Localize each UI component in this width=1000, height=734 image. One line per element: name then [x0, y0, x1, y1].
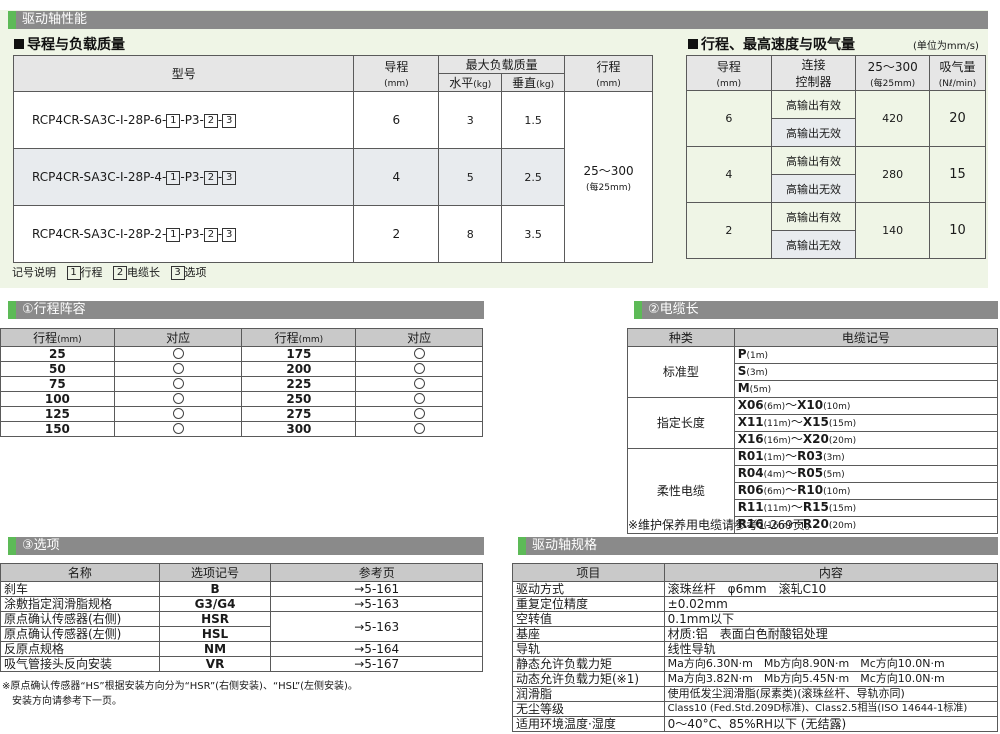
- col-stroke: 行程 (mm): [564, 55, 653, 92]
- table-row: 涂敷指定润滑脂规格 G3/G4 →5-163: [0, 596, 483, 612]
- table-row: RCP4CR-SA3C-I-28P-4- 1 -P3- 2-3 4 5 2.5: [12, 148, 653, 206]
- model-cell: RCP4CR-SA3C-I-28P-2- 1 -P3- 2-3: [12, 205, 355, 263]
- vertical-cell: 2.5: [501, 148, 566, 206]
- bar-accent: [8, 537, 16, 555]
- table-row: 50 200: [0, 361, 483, 377]
- table-row: 100 250: [0, 391, 483, 407]
- table-row: 驱动方式 滚珠丝杆 φ6mm 滚轧C10: [512, 581, 999, 597]
- table-row: 柔性电缆 R01(1m)～R03(3m): [627, 448, 999, 534]
- circle-icon: [172, 393, 184, 404]
- horizontal-cell: 3: [438, 91, 503, 149]
- table-row: 2 高输出有效 140 10: [686, 202, 986, 259]
- table-row: 原点确认传感器(右侧) HSR →5-163: [0, 611, 483, 642]
- col-model: 型号: [12, 55, 355, 92]
- circle-icon: [413, 408, 425, 419]
- spec-table: 项目 内容 驱动方式 滚珠丝杆 φ6mm 滚轧C10 重复定位精度 ±0.02mm 空…: [512, 563, 999, 732]
- col-lead: 导程 (mm): [686, 55, 772, 91]
- stroke-section-bar: ①行程阵容: [8, 301, 484, 319]
- header-title: 驱动轴性能: [22, 12, 88, 27]
- circle-icon: [172, 378, 184, 389]
- options-table: 名称 选项记号 参考页 刹车 B →5-161 涂敷指定润滑脂规格 G3/G4 →5-163…: [0, 563, 483, 672]
- bar-accent: [634, 301, 642, 319]
- stroke-table: 行程(mm) 对应 行程(mm) 对应 25 175 50 200 75 225 10…: [0, 328, 483, 437]
- spec-section-bar: 驱动轴规格: [518, 537, 998, 555]
- horizontal-cell: 5: [438, 148, 503, 206]
- horizontal-cell: 8: [438, 205, 503, 263]
- table-row: 25 175: [0, 346, 483, 362]
- col-vertical: 垂直(kg): [501, 73, 566, 92]
- table-row: 150 300: [0, 421, 483, 437]
- circle-icon: [413, 393, 425, 404]
- table-row: 标准型 P(1m): [627, 346, 999, 398]
- stroke-cell: 25～300 (每25mm): [564, 91, 653, 263]
- col-speed: 25～300 (每25mm): [855, 55, 931, 91]
- header-bar: 驱动轴性能: [8, 11, 988, 29]
- table-row: 6 高输出有效 420 20: [686, 90, 986, 147]
- bar-accent: [518, 537, 526, 555]
- cable-section-bar: ②电缆长: [634, 301, 998, 319]
- speed-table: 导程 (mm) 连接 控制器 25～300 (每25mm) 吸气量 (Nℓ/min) 6…: [686, 55, 986, 259]
- circle-icon: [413, 423, 425, 434]
- cable-table: 种类 电缆记号 标准型 P(1m) S(3m) M(5m) 指定长度 X06(6m)～…: [627, 328, 999, 534]
- table-row: 适用环境温度·湿度 0～40°C、85%RH以下 (无结露): [512, 716, 999, 732]
- table-row: 润滑脂 使用低发尘润滑脂(尿素类)(滚珠丝杆、导轨亦同): [512, 686, 999, 702]
- table-row: 刹车 B →5-161: [0, 581, 483, 597]
- model-cell: RCP4CR-SA3C-I-28P-6- 1 -P3- 2-3: [12, 91, 355, 149]
- square-bullet-icon: [14, 39, 24, 49]
- circle-icon: [172, 363, 184, 374]
- col-lead: 导程 (mm): [353, 55, 440, 92]
- vertical-cell: 1.5: [501, 91, 566, 149]
- lead-payload-table: 型号 导程 (mm) 最大负载质量 行程 (mm) 水平(kg) 垂直(kg) RC…: [12, 55, 653, 263]
- circle-icon: [413, 363, 425, 374]
- table-row: 指定长度 X06(6m)～X10(10m): [627, 397, 999, 449]
- bar-accent: [8, 11, 16, 29]
- table-row: RCP4CR-SA3C-I-28P-2- 1 -P3- 2-3 2 8 3.5: [12, 205, 653, 263]
- table-row: 基座 材质:铝 表面白色耐酸铝处理: [512, 626, 999, 642]
- model-cell: RCP4CR-SA3C-I-28P-4- 1 -P3- 2-3: [12, 148, 355, 206]
- square-bullet-icon: [688, 39, 698, 49]
- speed-unit-note: (单位为mm/s): [913, 41, 979, 52]
- table-row: 无尘等级 Class10 (Fed.Std.209D标准)、Class2.5相当(…: [512, 701, 999, 717]
- options-section-bar: ③选项: [8, 537, 484, 555]
- table-row: 导轨 线性导轨: [512, 641, 999, 657]
- speed-title: 行程、最高速度与吸气量: [688, 34, 855, 54]
- circle-icon: [413, 348, 425, 359]
- col-horizontal: 水平(kg): [438, 73, 503, 92]
- lead-payload-title: 导程与负载质量: [14, 34, 125, 54]
- circle-icon: [172, 408, 184, 419]
- options-note: ※原点确认传感器“HS”根据安装方向分为“HSR”(右侧安装)、“HSL”(左侧…: [2, 681, 358, 707]
- table-row: 重复定位精度 ±0.02mm: [512, 596, 999, 612]
- bar-accent: [8, 301, 16, 319]
- table-row: 125 275: [0, 406, 483, 422]
- table-row: RCP4CR-SA3C-I-28P-6- 1 -P3- 2-3 6 3 1.5 25～…: [12, 91, 653, 263]
- lead-cell: 6: [353, 91, 440, 149]
- table-row: 空转值 0.1mm以下: [512, 611, 999, 627]
- cable-note: ※维护保养用电缆请参考1-269页。: [628, 518, 817, 532]
- col-air: 吸气量 (Nℓ/min): [929, 55, 986, 91]
- lead-cell: 2: [353, 205, 440, 263]
- table-row: 吸气管接头反向安装 VR →5-167: [0, 656, 483, 672]
- table-row: 动态允许负载力矩(※1) Ma方向3.82N·m Mb方向5.45N·m Mc方向…: [512, 671, 999, 687]
- table-row: 反原点规格 NM →5-164: [0, 641, 483, 657]
- circle-icon: [413, 378, 425, 389]
- col-max-load: 最大负载质量: [438, 55, 566, 74]
- table-row: 75 225: [0, 376, 483, 392]
- table-row: 4 高输出有效 280 15: [686, 146, 986, 203]
- circle-icon: [172, 423, 184, 434]
- circle-icon: [172, 348, 184, 359]
- symbol-legend: 记号说明 1 行程 2 电缆长 3 选项: [12, 266, 207, 280]
- col-controller: 连接 控制器: [770, 55, 857, 91]
- lead-cell: 4: [353, 148, 440, 206]
- table-row: 静态允许负载力矩 Ma方向6.30N·m Mb方向8.90N·m Mc方向10.0…: [512, 656, 999, 672]
- vertical-cell: 3.5: [501, 205, 566, 263]
